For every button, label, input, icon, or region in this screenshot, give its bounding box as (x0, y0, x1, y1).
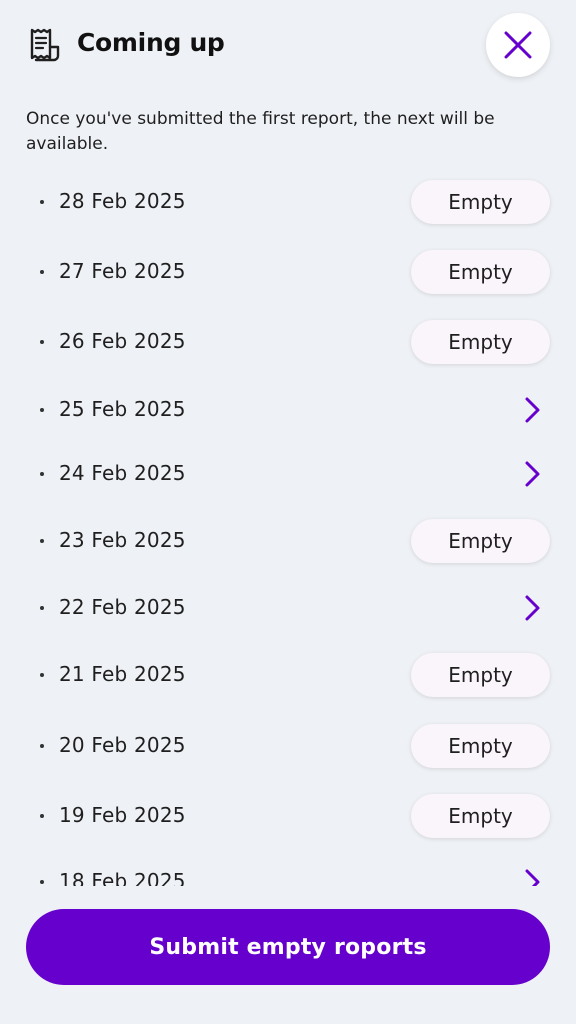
empty-button[interactable]: Empty (411, 519, 550, 563)
page-title: Coming up (77, 28, 225, 57)
bullet-dot (40, 408, 44, 412)
close-button[interactable] (486, 13, 550, 77)
report-row: 23 Feb 2025 Empty (0, 513, 576, 569)
bullet-dot (40, 340, 44, 344)
report-date: 25 Feb 2025 (59, 397, 186, 421)
bullet-dot (40, 472, 44, 476)
report-row[interactable]: 24 Feb 2025 (0, 446, 576, 502)
empty-button[interactable]: Empty (411, 653, 550, 697)
empty-button[interactable]: Empty (411, 794, 550, 838)
report-row: 28 Feb 2025 Empty (0, 174, 576, 230)
bullet-dot (40, 744, 44, 748)
close-icon (504, 31, 532, 59)
empty-button[interactable]: Empty (411, 320, 550, 364)
bullet-dot (40, 539, 44, 543)
report-date: 28 Feb 2025 (59, 189, 186, 213)
report-row[interactable]: 18 Feb 2025 (0, 854, 576, 886)
report-date: 23 Feb 2025 (59, 528, 186, 552)
submit-empty-reports-button[interactable]: Submit empty roports (26, 909, 550, 985)
report-date: 19 Feb 2025 (59, 803, 186, 827)
bullet-dot (40, 200, 44, 204)
report-row: 27 Feb 2025 Empty (0, 244, 576, 300)
bullet-dot (40, 673, 44, 677)
report-row[interactable]: 25 Feb 2025 (0, 382, 576, 438)
chevron-right-icon[interactable] (518, 460, 546, 488)
chevron-right-icon[interactable] (518, 868, 546, 886)
report-date: 24 Feb 2025 (59, 461, 186, 485)
report-date: 26 Feb 2025 (59, 329, 186, 353)
coming-up-screen: Coming up Once you've submitted the firs… (0, 0, 576, 1024)
report-row: 19 Feb 2025 Empty (0, 788, 576, 844)
bullet-dot (40, 814, 44, 818)
report-list: 28 Feb 2025 Empty 27 Feb 2025 Empty 26 F… (0, 166, 576, 886)
report-date: 20 Feb 2025 (59, 733, 186, 757)
bullet-dot (40, 270, 44, 274)
report-date: 21 Feb 2025 (59, 662, 186, 686)
header: Coming up (0, 0, 576, 90)
empty-button[interactable]: Empty (411, 250, 550, 294)
info-text: Once you've submitted the first report, … (26, 109, 495, 154)
bullet-dot (40, 606, 44, 610)
empty-button[interactable]: Empty (411, 180, 550, 224)
report-row[interactable]: 22 Feb 2025 (0, 580, 576, 636)
report-row: 20 Feb 2025 Empty (0, 718, 576, 774)
report-row: 21 Feb 2025 Empty (0, 647, 576, 703)
report-row: 26 Feb 2025 Empty (0, 314, 576, 370)
empty-button[interactable]: Empty (411, 724, 550, 768)
bullet-dot (40, 880, 44, 884)
chevron-right-icon[interactable] (518, 594, 546, 622)
report-date: 27 Feb 2025 (59, 259, 186, 283)
receipt-icon (30, 28, 60, 62)
report-date: 22 Feb 2025 (59, 595, 186, 619)
report-date: 18 Feb 2025 (59, 869, 186, 886)
chevron-right-icon[interactable] (518, 396, 546, 424)
